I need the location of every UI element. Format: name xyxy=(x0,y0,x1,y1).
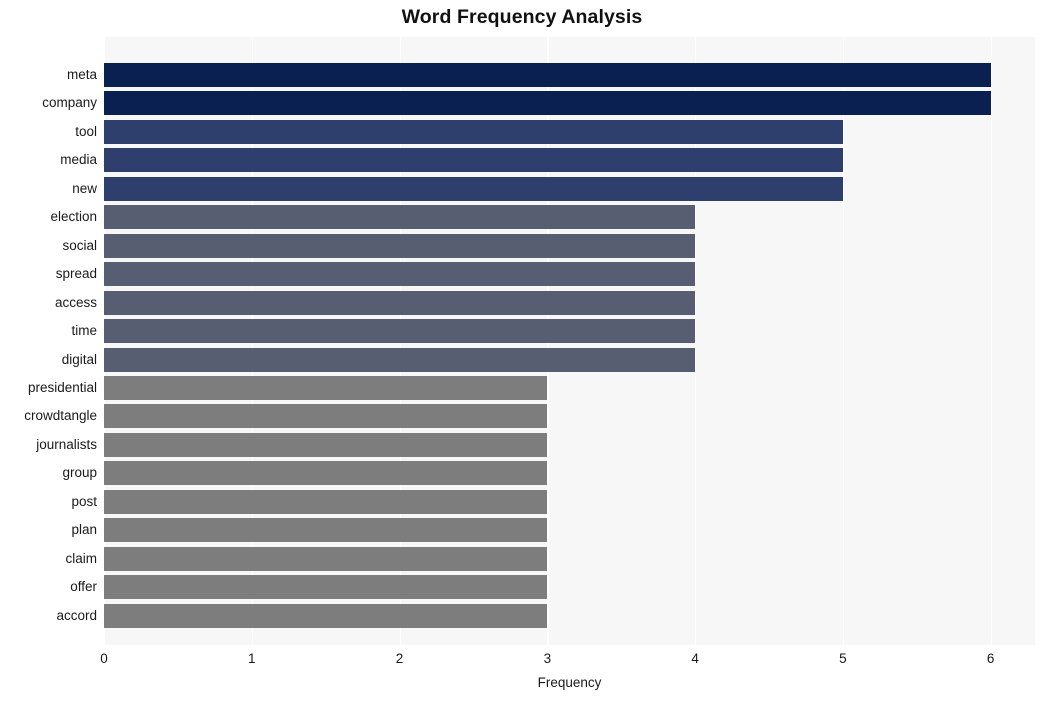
plot-area xyxy=(104,37,1035,645)
bar[interactable] xyxy=(104,63,991,87)
bar[interactable] xyxy=(104,546,548,571)
y-axis-tick-label: new xyxy=(72,180,97,196)
y-axis-tick-label: company xyxy=(42,95,97,111)
y-axis-tick-label: social xyxy=(62,237,97,253)
y-axis-tick-label: post xyxy=(71,493,97,509)
bar[interactable] xyxy=(104,205,696,230)
bar[interactable] xyxy=(104,432,548,457)
y-axis-tick-label: journalists xyxy=(36,436,97,452)
bar[interactable] xyxy=(104,262,696,287)
y-axis-tick-label: meta xyxy=(66,67,97,82)
y-axis-tick-label: offer xyxy=(70,579,97,595)
bar[interactable] xyxy=(104,347,696,372)
word-frequency-chart-figure: Word Frequency Analysis meta company tool m… xyxy=(0,0,1044,701)
bar[interactable] xyxy=(104,461,548,486)
bar[interactable] xyxy=(104,375,548,400)
y-axis-tick-label: crowdtangle xyxy=(24,408,97,424)
x-axis-tick-label: 0 xyxy=(100,651,108,666)
y-axis-tick-label: media xyxy=(60,152,97,168)
y-axis-tick-label: accord xyxy=(56,607,97,623)
y-axis-tick-label: access xyxy=(54,294,97,310)
y-axis-tick-label: presidential xyxy=(27,379,97,395)
x-axis-title: Frequency xyxy=(537,675,602,690)
bar[interactable] xyxy=(104,290,696,315)
x-axis-tick-label: 2 xyxy=(395,651,404,666)
bar[interactable] xyxy=(104,176,843,201)
bar[interactable] xyxy=(104,119,843,144)
y-axis-tick-label: digital xyxy=(61,351,97,367)
y-axis-tick-label: spread xyxy=(55,266,97,282)
bar[interactable] xyxy=(104,233,696,258)
y-axis-tick-label: group xyxy=(62,465,97,481)
x-axis-tick-label: 4 xyxy=(691,651,699,666)
bar[interactable] xyxy=(104,575,548,600)
y-axis-tick-label: time xyxy=(71,323,97,339)
chart-title: Word Frequency Analysis xyxy=(401,6,643,28)
x-axis-tick-label: 5 xyxy=(839,651,847,666)
bar[interactable] xyxy=(104,91,991,116)
y-axis-tick-label: tool xyxy=(75,123,97,139)
bar[interactable] xyxy=(104,319,696,344)
bar[interactable] xyxy=(104,404,548,429)
y-axis-tick-labels: meta company tool media new election social spr… xyxy=(0,37,97,645)
x-axis-tick-label: 1 xyxy=(248,651,256,666)
x-axis-tick-label: 6 xyxy=(986,651,995,666)
bar[interactable] xyxy=(104,518,548,543)
y-axis-tick-label: plan xyxy=(71,522,97,538)
y-axis-tick-label: claim xyxy=(65,550,97,566)
bar[interactable] xyxy=(104,489,548,514)
y-axis-tick-label: election xyxy=(50,209,97,225)
bar[interactable] xyxy=(104,148,843,173)
bar[interactable] xyxy=(104,603,548,628)
bars-layer xyxy=(104,37,1035,645)
x-axis-tick-label: 3 xyxy=(543,651,552,666)
